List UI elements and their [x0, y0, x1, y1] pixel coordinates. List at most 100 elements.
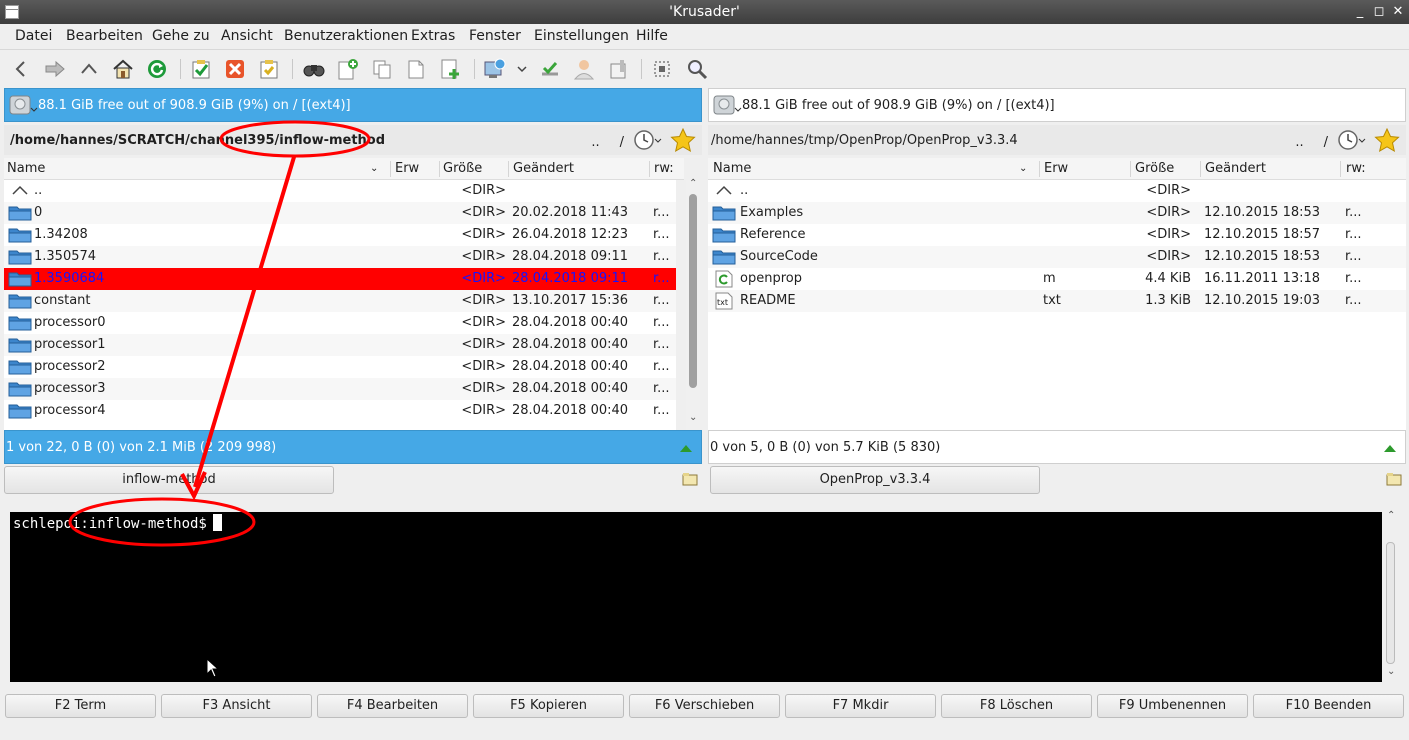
- new-tab-icon[interactable]: [1386, 472, 1402, 486]
- table-row[interactable]: openprop m 4.4 KiB 16.11.2011 13:18 r...: [708, 268, 1406, 290]
- zoom-icon[interactable]: [684, 56, 710, 82]
- path-text[interactable]: /home/hannes/tmp/OpenProp/OpenProp_v3.3.…: [711, 133, 1018, 148]
- select-all-icon[interactable]: [188, 56, 214, 82]
- path-root-link[interactable]: /: [1324, 135, 1328, 150]
- green-up-arrow-icon[interactable]: [1383, 442, 1397, 457]
- col-ext[interactable]: Erw: [1044, 161, 1068, 176]
- up-icon[interactable]: [76, 56, 102, 82]
- path-root-link[interactable]: /: [620, 135, 624, 150]
- free-space-bar[interactable]: 88.1 GiB free out of 908.9 GiB (9%) on /…: [708, 88, 1406, 122]
- menu-fenster[interactable]: Fenster: [469, 28, 521, 44]
- table-row[interactable]: processor3 <DIR> 28.04.2018 00:40 r...: [4, 378, 676, 400]
- menu-ansicht[interactable]: Ansicht: [221, 28, 273, 44]
- table-row[interactable]: 1.350574 <DIR> 28.04.2018 09:11 r...: [4, 246, 676, 268]
- sort-chevron-icon[interactable]: ⌄: [370, 163, 378, 174]
- path-text[interactable]: /home/hannes/SCRATCH/channel395/inflow-m…: [10, 133, 385, 148]
- minimize-icon[interactable]: _: [1351, 3, 1369, 21]
- user-icon[interactable]: [571, 56, 597, 82]
- col-perm[interactable]: rw:: [1346, 161, 1366, 176]
- f10-quit-button[interactable]: F10 Beenden: [1253, 694, 1404, 718]
- archive-icon[interactable]: [605, 56, 631, 82]
- menu-bearbeiten[interactable]: Bearbeiten: [66, 28, 143, 44]
- new-tab-icon[interactable]: [682, 472, 698, 486]
- copy-icon[interactable]: [369, 56, 395, 82]
- forward-icon[interactable]: [42, 56, 68, 82]
- terminal-scrollbar[interactable]: ⌃ ⌄: [1383, 510, 1399, 682]
- menu-hilfe[interactable]: Hilfe: [636, 28, 668, 44]
- invert-selection-icon[interactable]: [256, 56, 282, 82]
- bookmark-star-icon[interactable]: [670, 127, 696, 156]
- menu-extras[interactable]: Extras: [411, 28, 455, 44]
- scrollbar[interactable]: ⌃ ⌄: [686, 178, 700, 430]
- paste-icon[interactable]: [403, 56, 429, 82]
- table-row[interactable]: processor1 <DIR> 28.04.2018 00:40 r...: [4, 334, 676, 356]
- col-name[interactable]: Name: [7, 161, 45, 176]
- f8-delete-button[interactable]: F8 Löschen: [941, 694, 1092, 718]
- col-perm[interactable]: rw:: [654, 161, 674, 176]
- scroll-up-icon[interactable]: ⌃: [689, 178, 697, 189]
- sort-chevron-icon[interactable]: ⌄: [1019, 163, 1027, 174]
- search-icon[interactable]: [301, 56, 327, 82]
- col-size[interactable]: Größe: [1135, 161, 1174, 176]
- menu-gehe-zu[interactable]: Gehe zu: [152, 28, 210, 44]
- menu-benutzeraktionen[interactable]: Benutzeraktionen: [284, 28, 408, 44]
- table-row[interactable]: 0 <DIR> 20.02.2018 11:43 r...: [4, 202, 676, 224]
- history-icon[interactable]: [1336, 128, 1366, 156]
- back-icon[interactable]: [8, 56, 34, 82]
- reload-icon[interactable]: [144, 56, 170, 82]
- scroll-down-icon[interactable]: ⌄: [689, 412, 697, 423]
- disk-icon[interactable]: [8, 92, 38, 118]
- maximize-icon[interactable]: ◻: [1370, 3, 1388, 21]
- unselect-icon[interactable]: [222, 56, 248, 82]
- terminal-emulator[interactable]: schlepoi:inflow-method$: [10, 512, 1382, 682]
- file-list[interactable]: .. <DIR> 0 <DIR> 20.02.2018 11:43 r... 1.34208…: [4, 180, 676, 430]
- disk-icon[interactable]: [712, 92, 742, 118]
- table-row[interactable]: SourceCode <DIR> 12.10.2015 18:53 r...: [708, 246, 1406, 268]
- panel-tab[interactable]: inflow-method: [4, 466, 334, 494]
- f3-view-button[interactable]: F3 Ansicht: [161, 694, 312, 718]
- f5-copy-button[interactable]: F5 Kopieren: [473, 694, 624, 718]
- f7-mkdir-button[interactable]: F7 Mkdir: [785, 694, 936, 718]
- table-row[interactable]: txt README txt 1.3 KiB 12.10.2015 19:03 r...: [708, 290, 1406, 312]
- table-row[interactable]: processor2 <DIR> 28.04.2018 00:40 r...: [4, 356, 676, 378]
- col-modified[interactable]: Geändert: [1205, 161, 1266, 176]
- table-row[interactable]: processor4 <DIR> 28.04.2018 00:40 r...: [4, 400, 676, 422]
- f6-move-button[interactable]: F6 Verschieben: [629, 694, 780, 718]
- scroll-thumb[interactable]: [1386, 542, 1395, 664]
- table-row[interactable]: .. <DIR>: [708, 180, 1406, 202]
- path-bar[interactable]: /home/hannes/tmp/OpenProp/OpenProp_v3.3.…: [708, 125, 1406, 155]
- add-icon[interactable]: [437, 56, 463, 82]
- table-row[interactable]: processor0 <DIR> 28.04.2018 00:40 r...: [4, 312, 676, 334]
- free-space-bar[interactable]: 88.1 GiB free out of 908.9 GiB (9%) on /…: [4, 88, 702, 122]
- table-row[interactable]: .. <DIR>: [4, 180, 676, 202]
- path-up-link[interactable]: ..: [591, 135, 599, 150]
- table-row[interactable]: 1.34208 <DIR> 26.04.2018 12:23 r...: [4, 224, 676, 246]
- close-icon[interactable]: ✕: [1389, 3, 1407, 21]
- table-row[interactable]: constant <DIR> 13.10.2017 15:36 r...: [4, 290, 676, 312]
- history-icon[interactable]: [632, 128, 662, 156]
- col-modified[interactable]: Geändert: [513, 161, 574, 176]
- home-icon[interactable]: [110, 56, 136, 82]
- menu-datei[interactable]: Datei: [15, 28, 52, 44]
- popup-panel-icon[interactable]: [649, 56, 675, 82]
- f4-edit-button[interactable]: F4 Bearbeiten: [317, 694, 468, 718]
- table-row[interactable]: Reference <DIR> 12.10.2015 18:57 r...: [708, 224, 1406, 246]
- panel-tab[interactable]: OpenProp_v3.3.4: [710, 466, 1040, 494]
- table-row[interactable]: Examples <DIR> 12.10.2015 18:53 r...: [708, 202, 1406, 224]
- scroll-up-icon[interactable]: ⌃: [1387, 510, 1395, 521]
- chevron-down-icon[interactable]: [509, 56, 535, 82]
- table-row-selected[interactable]: 1.3590684 <DIR> 28.04.2018 09:11 r...: [4, 268, 676, 290]
- scroll-thumb[interactable]: [689, 194, 697, 388]
- col-ext[interactable]: Erw: [395, 161, 419, 176]
- f2-term-button[interactable]: F2 Term: [5, 694, 156, 718]
- new-icon[interactable]: [335, 56, 361, 82]
- network-icon[interactable]: [482, 56, 508, 82]
- path-up-link[interactable]: ..: [1295, 135, 1303, 150]
- path-bar[interactable]: /home/hannes/SCRATCH/channel395/inflow-m…: [4, 125, 702, 155]
- scroll-down-icon[interactable]: ⌄: [1387, 666, 1395, 677]
- file-list[interactable]: .. <DIR> Examples <DIR> 12.10.2015 18:53 r...…: [708, 180, 1406, 430]
- sync-icon[interactable]: [537, 56, 563, 82]
- f9-rename-button[interactable]: F9 Umbenennen: [1097, 694, 1248, 718]
- col-size[interactable]: Größe: [443, 161, 482, 176]
- col-name[interactable]: Name: [713, 161, 751, 176]
